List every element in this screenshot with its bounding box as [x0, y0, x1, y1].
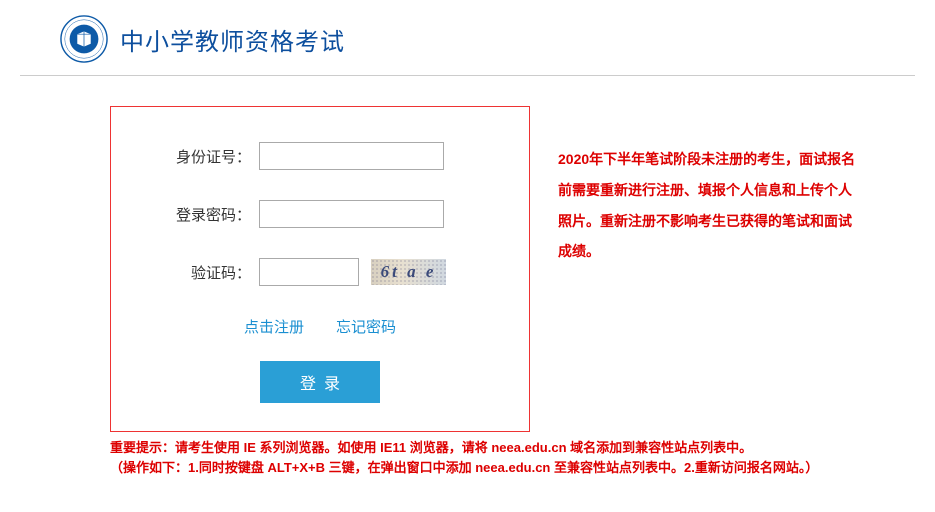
site-logo-icon — [60, 15, 108, 63]
login-form: 身份证号： 登录密码： 验证码： 6t a e 点击注册 忘记密码 登录 — [110, 106, 530, 432]
password-input[interactable] — [259, 200, 444, 228]
password-label: 登录密码： — [141, 204, 251, 225]
captcha-input[interactable] — [259, 258, 359, 286]
bottom-notice: 重要提示：请考生使用 IE 系列浏览器。如使用 IE11 浏览器，请将 neea… — [110, 438, 825, 477]
forgot-password-link[interactable]: 忘记密码 — [336, 316, 396, 337]
captcha-image[interactable]: 6t a e — [371, 259, 446, 285]
side-notice: 2020年下半年笔试阶段未注册的考生，面试报名前需要重新进行注册、填报个人信息和… — [558, 106, 858, 432]
page-title: 中小学教师资格考试 — [120, 22, 345, 57]
id-input[interactable] — [259, 142, 444, 170]
bottom-notice-line1: 重要提示：请考生使用 IE 系列浏览器。如使用 IE11 浏览器，请将 neea… — [110, 438, 825, 458]
login-button[interactable]: 登录 — [260, 361, 380, 403]
bottom-notice-line2: （操作如下：1.同时按键盘 ALT+X+B 三键，在弹出窗口中添加 neea.e… — [110, 458, 825, 478]
register-link[interactable]: 点击注册 — [244, 316, 304, 337]
id-label: 身份证号： — [141, 146, 251, 167]
captcha-label: 验证码： — [141, 262, 251, 283]
